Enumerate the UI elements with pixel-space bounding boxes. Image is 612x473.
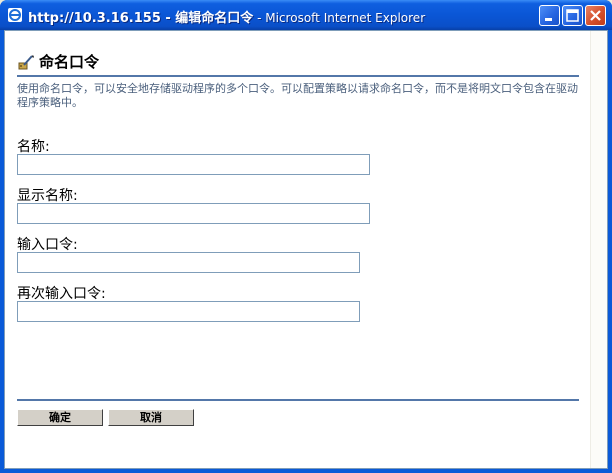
- maximize-icon: [566, 9, 579, 22]
- name-label: 名称:: [17, 139, 50, 155]
- password-pen-icon: [17, 53, 35, 71]
- minimize-button[interactable]: [539, 5, 560, 26]
- display-name-label: 显示名称:: [17, 188, 78, 204]
- display-name-input[interactable]: [17, 203, 370, 224]
- page-content: 命名口令 使用命名口令，可以安全地存储驱动程序的多个口令。可以配置策略以请求命名…: [5, 31, 591, 468]
- window-title-main: http://10.3.16.155 - 编辑命名口令: [28, 11, 254, 26]
- confirm-password-input[interactable]: [17, 301, 360, 322]
- page-description: 使用命名口令，可以安全地存储驱动程序的多个口令。可以配置策略以请求命名口令，而不…: [17, 82, 578, 109]
- confirm-password-label: 再次输入口令:: [17, 286, 106, 302]
- close-button[interactable]: [585, 5, 606, 26]
- password-label: 输入口令:: [17, 237, 78, 253]
- maximize-button[interactable]: [562, 5, 583, 26]
- close-icon: [590, 10, 601, 21]
- window-title: http://10.3.16.155 - 编辑命名口令 - Microsoft …: [28, 7, 425, 26]
- browser-window: http://10.3.16.155 - 编辑命名口令 - Microsoft …: [0, 0, 612, 473]
- vertical-scrollbar[interactable]: [590, 31, 607, 468]
- browser-content-area: 命名口令 使用命名口令，可以安全地存储驱动程序的多个口令。可以配置策略以请求命名…: [4, 30, 608, 469]
- window-title-suffix: - Microsoft Internet Explorer: [253, 11, 426, 25]
- password-input[interactable]: [17, 252, 360, 273]
- page-heading: 命名口令: [17, 51, 579, 77]
- cancel-button[interactable]: 取消: [108, 409, 194, 426]
- page-title: 命名口令: [39, 53, 100, 71]
- ie-icon: [7, 7, 23, 23]
- footer-divider: [17, 399, 579, 401]
- title-bar[interactable]: http://10.3.16.155 - 编辑命名口令 - Microsoft …: [0, 0, 612, 30]
- name-input[interactable]: [17, 154, 370, 175]
- ok-button[interactable]: 确定: [17, 409, 103, 426]
- minimize-icon: [545, 18, 552, 21]
